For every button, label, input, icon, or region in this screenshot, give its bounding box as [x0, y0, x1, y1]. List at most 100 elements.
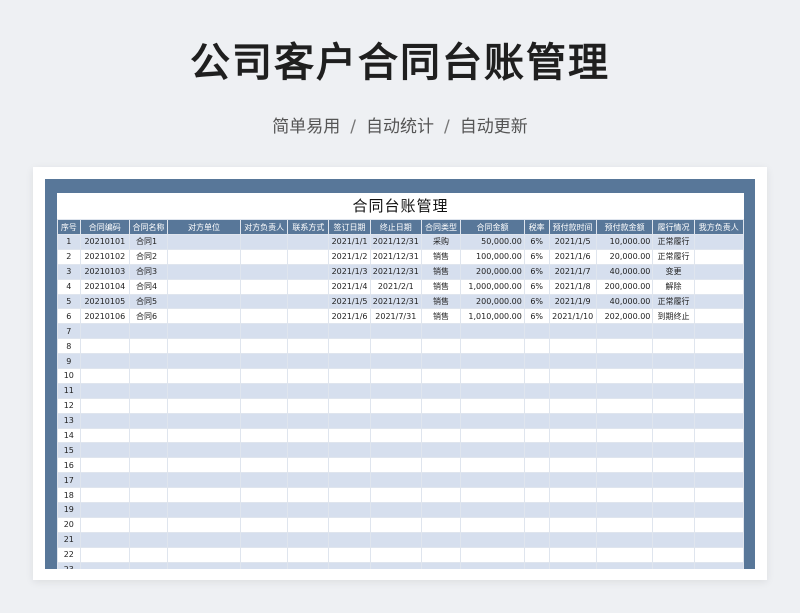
- table-cell[interactable]: 200,000.00: [460, 263, 525, 280]
- table-cell[interactable]: [369, 382, 423, 399]
- table-cell[interactable]: [523, 353, 550, 370]
- table-cell[interactable]: 1,010,000.00: [460, 308, 525, 325]
- table-cell[interactable]: [240, 442, 289, 459]
- table-cell[interactable]: [167, 516, 242, 533]
- table-cell[interactable]: 5: [57, 293, 81, 310]
- table-cell[interactable]: [460, 516, 525, 533]
- table-cell[interactable]: [128, 368, 169, 384]
- table-cell[interactable]: [328, 546, 371, 563]
- table-cell[interactable]: [79, 338, 130, 355]
- table-cell[interactable]: [523, 531, 550, 548]
- table-cell[interactable]: [652, 323, 695, 340]
- table-cell[interactable]: [167, 442, 242, 459]
- table-cell[interactable]: [421, 368, 462, 384]
- table-cell[interactable]: [240, 516, 289, 533]
- table-cell[interactable]: [287, 412, 330, 429]
- table-cell[interactable]: [328, 457, 371, 474]
- table-cell[interactable]: [167, 353, 242, 370]
- table-cell[interactable]: 解除: [652, 278, 695, 295]
- table-cell[interactable]: 20,000.00: [595, 248, 654, 265]
- table-cell[interactable]: [523, 427, 550, 444]
- table-cell[interactable]: [287, 546, 330, 563]
- table-cell[interactable]: [287, 427, 330, 444]
- table-cell[interactable]: [328, 502, 371, 518]
- table-cell[interactable]: [369, 353, 423, 370]
- table-cell[interactable]: 销售: [421, 263, 462, 280]
- table-cell[interactable]: [523, 323, 550, 340]
- table-cell[interactable]: 6%: [523, 278, 550, 295]
- table-cell[interactable]: 销售: [421, 278, 462, 295]
- table-cell[interactable]: [421, 472, 462, 489]
- table-cell[interactable]: [369, 457, 423, 474]
- table-cell[interactable]: [369, 397, 423, 414]
- table-cell[interactable]: [693, 427, 744, 444]
- table-cell[interactable]: [369, 546, 423, 563]
- table-cell[interactable]: [328, 338, 371, 355]
- table-cell[interactable]: [240, 546, 289, 563]
- table-cell[interactable]: 6%: [523, 234, 550, 250]
- table-cell[interactable]: [79, 516, 130, 533]
- table-cell[interactable]: [167, 561, 242, 569]
- table-cell[interactable]: 3: [57, 263, 81, 280]
- table-cell[interactable]: [460, 442, 525, 459]
- table-cell[interactable]: [79, 561, 130, 569]
- table-cell[interactable]: [595, 442, 654, 459]
- table-cell[interactable]: [693, 457, 744, 474]
- table-cell[interactable]: [287, 248, 330, 265]
- table-cell[interactable]: [287, 353, 330, 370]
- table-cell[interactable]: [421, 382, 462, 399]
- table-cell[interactable]: [421, 442, 462, 459]
- table-cell[interactable]: 20210104: [79, 278, 130, 295]
- table-cell[interactable]: 正常履行: [652, 293, 695, 310]
- column-header[interactable]: 合同类型: [421, 219, 462, 235]
- table-cell[interactable]: [595, 546, 654, 563]
- table-cell[interactable]: 200,000.00: [460, 293, 525, 310]
- table-cell[interactable]: [369, 502, 423, 518]
- table-cell[interactable]: [595, 353, 654, 370]
- table-cell[interactable]: [421, 353, 462, 370]
- table-cell[interactable]: [240, 457, 289, 474]
- table-cell[interactable]: [240, 263, 289, 280]
- table-cell[interactable]: [167, 308, 242, 325]
- table-cell[interactable]: [167, 427, 242, 444]
- table-cell[interactable]: [167, 248, 242, 265]
- table-cell[interactable]: 2021/1/3: [328, 263, 371, 280]
- table-cell[interactable]: [548, 382, 597, 399]
- table-cell[interactable]: 13: [57, 412, 81, 429]
- table-cell[interactable]: [693, 308, 744, 325]
- table-cell[interactable]: 2021/12/31: [369, 293, 423, 310]
- table-cell[interactable]: 20210105: [79, 293, 130, 310]
- table-cell[interactable]: 2021/12/31: [369, 263, 423, 280]
- table-cell[interactable]: [240, 472, 289, 489]
- table-cell[interactable]: [693, 487, 744, 504]
- table-cell[interactable]: [595, 516, 654, 533]
- table-cell[interactable]: [693, 323, 744, 340]
- table-cell[interactable]: [128, 531, 169, 548]
- table-cell[interactable]: [128, 338, 169, 355]
- table-cell[interactable]: [287, 278, 330, 295]
- table-cell[interactable]: [287, 516, 330, 533]
- table-cell[interactable]: [328, 516, 371, 533]
- table-cell[interactable]: [652, 368, 695, 384]
- table-cell[interactable]: [548, 487, 597, 504]
- column-header[interactable]: 对方负责人: [240, 219, 289, 235]
- table-cell[interactable]: [167, 278, 242, 295]
- table-cell[interactable]: [652, 427, 695, 444]
- table-cell[interactable]: [523, 472, 550, 489]
- table-cell[interactable]: [421, 323, 462, 340]
- table-cell[interactable]: 19: [57, 502, 81, 518]
- table-cell[interactable]: [167, 531, 242, 548]
- table-cell[interactable]: 100,000.00: [460, 248, 525, 265]
- table-cell[interactable]: [240, 397, 289, 414]
- table-cell[interactable]: [548, 561, 597, 569]
- table-cell[interactable]: 销售: [421, 248, 462, 265]
- table-cell[interactable]: [167, 368, 242, 384]
- table-cell[interactable]: 到期终止: [652, 308, 695, 325]
- table-cell[interactable]: 10: [57, 368, 81, 384]
- table-cell[interactable]: [128, 427, 169, 444]
- table-cell[interactable]: [287, 263, 330, 280]
- table-cell[interactable]: [128, 516, 169, 533]
- table-cell[interactable]: [652, 502, 695, 518]
- table-cell[interactable]: [287, 382, 330, 399]
- table-cell[interactable]: 2021/1/9: [548, 293, 597, 310]
